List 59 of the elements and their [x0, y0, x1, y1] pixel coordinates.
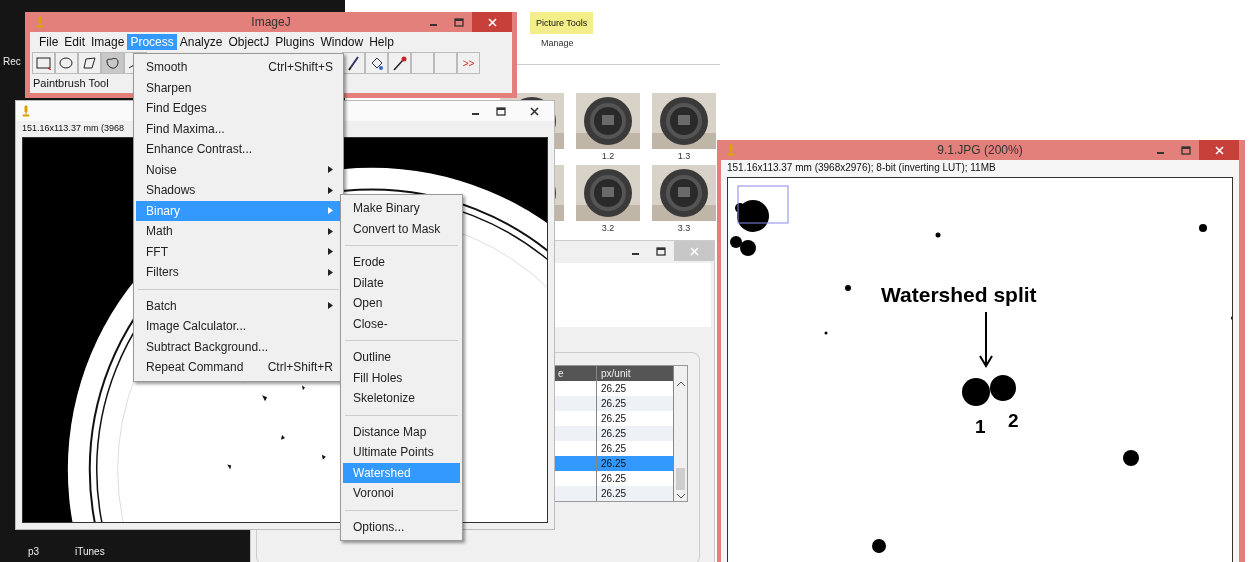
annotation-label: 2	[1008, 410, 1019, 432]
annotation-text: Watershed split	[881, 283, 1037, 307]
brush-tool-icon	[346, 55, 361, 71]
menu-title[interactable]: ObjectJ	[225, 34, 273, 50]
desktop-icon-label[interactable]: iTunes	[75, 546, 105, 557]
table-cell: 26.25	[597, 456, 674, 471]
menu-title[interactable]: Image	[88, 34, 128, 50]
tool-button[interactable]	[78, 52, 101, 74]
tool-button[interactable]	[101, 52, 124, 74]
oval-tool-icon	[59, 56, 74, 70]
tool-button[interactable]	[365, 52, 388, 74]
menu-title[interactable]: Analyze	[176, 34, 226, 50]
scroll-up-icon[interactable]	[676, 381, 685, 386]
thumbnail-caption: 1.2	[601, 151, 615, 161]
menu-item[interactable]: Find Maxima...	[136, 118, 341, 139]
tool-button[interactable]	[55, 52, 78, 74]
rectangle-tool-icon	[36, 56, 51, 70]
scrollbar[interactable]	[674, 366, 687, 501]
maximize-icon[interactable]	[656, 246, 666, 256]
column-header[interactable]: px/unit	[597, 366, 674, 381]
menu-item[interactable]: Smooth Ctrl+Shift+S	[136, 57, 341, 78]
desktop-icon-label[interactable]: p3	[28, 546, 40, 557]
arrow	[978, 312, 994, 368]
column-header[interactable]: e	[554, 366, 597, 381]
menu-title[interactable]: Edit	[61, 34, 89, 50]
menu-title[interactable]: Plugins	[272, 34, 318, 50]
bucket-tool-icon	[369, 55, 384, 71]
menu-item[interactable]: Options...	[343, 516, 460, 537]
annotation-label: 1	[975, 416, 986, 438]
microscope-icon	[36, 16, 44, 28]
scroll-down-icon[interactable]	[676, 494, 685, 499]
table-cell: 26.25	[597, 486, 674, 501]
menu-item[interactable]: Sharpen	[136, 77, 341, 98]
ribbon-group-label: Manage	[541, 38, 575, 48]
image-info: 151.16x113.37 mm (3968	[22, 123, 124, 133]
table-cell: 26.25	[597, 396, 674, 411]
thumbnail-caption: 3.3	[677, 223, 691, 233]
menu-title[interactable]: Window	[317, 34, 367, 50]
scrollbar-thumb[interactable]	[676, 468, 685, 490]
dropper-tool-icon	[392, 55, 407, 71]
desktop-icon-label[interactable]: Rec	[3, 56, 21, 67]
table-cell: 26.25	[597, 426, 674, 441]
tool-button[interactable]	[342, 52, 365, 74]
microscope-icon	[22, 105, 30, 117]
more-tools-button[interactable]: >>	[457, 52, 480, 74]
menu-item[interactable]: Find Edges	[136, 98, 341, 119]
ribbon-tab[interactable]: Picture Tools	[530, 12, 594, 34]
window-title: 9.1.JPG (200%)	[937, 143, 1023, 157]
freehand-tool-icon	[105, 56, 120, 70]
status-text: Paintbrush Tool	[32, 76, 109, 89]
image-info: 151.16x113.37 mm (3968x2976); 8-bit (inverting LUT); 11MB	[727, 162, 996, 173]
microscope-icon	[727, 144, 735, 156]
thumbnail-caption: 1.3	[677, 151, 691, 161]
menu-title[interactable]: File	[36, 34, 62, 50]
menu-title[interactable]: Help	[366, 34, 397, 50]
polygon-tool-icon	[82, 56, 97, 70]
window-title: ImageJ	[251, 15, 291, 29]
tool-button[interactable]	[388, 52, 411, 74]
thumbnail-caption: 3.2	[601, 223, 615, 233]
